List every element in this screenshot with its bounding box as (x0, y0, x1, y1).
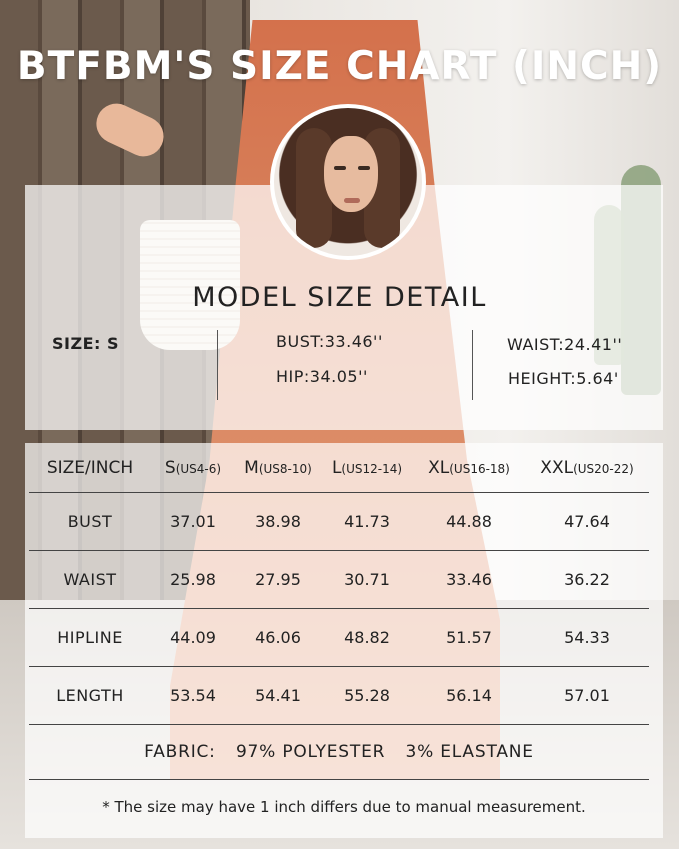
table-cell: 51.57 (446, 628, 492, 647)
model-size-value: SIZE: S (52, 334, 119, 353)
table-cell: 54.41 (255, 686, 301, 705)
row-label: LENGTH (56, 686, 124, 705)
table-cell: 53.54 (170, 686, 216, 705)
table-cell: 55.28 (344, 686, 390, 705)
size-table-header: SIZE/INCH S(US4-6) M(US8-10) L(US12-14) … (29, 443, 649, 493)
table-cell: 48.82 (344, 628, 390, 647)
model-bust: BUST:33.46'' (276, 332, 383, 351)
row-label: WAIST (63, 570, 117, 589)
table-cell: 41.73 (344, 512, 390, 531)
table-row-waist: WAIST 25.98 27.95 30.71 33.46 36.22 (29, 551, 649, 609)
table-cell: 36.22 (564, 570, 610, 589)
model-portrait-image (270, 104, 426, 260)
table-cell: 33.46 (446, 570, 492, 589)
table-cell: 44.88 (446, 512, 492, 531)
row-label: BUST (67, 512, 113, 531)
size-chart-title: BTFBM'S SIZE CHART (INCH) (16, 44, 663, 89)
size-header-m: M(US8-10) (244, 457, 312, 478)
table-cell: 38.98 (255, 512, 301, 531)
model-waist: WAIST:24.41'' (507, 335, 623, 354)
table-cell: 44.09 (170, 628, 216, 647)
model-height: HEIGHT:5.64' (508, 369, 619, 388)
model-size-heading: MODEL SIZE DETAIL (192, 282, 487, 313)
model-hip: HIP:34.05'' (276, 367, 368, 386)
table-cell: 46.06 (255, 628, 301, 647)
table-cell: 30.71 (344, 570, 390, 589)
corner-label: SIZE/INCH (46, 457, 134, 478)
model-divider-left (217, 330, 218, 400)
table-row-length: LENGTH 53.54 54.41 55.28 56.14 57.01 (29, 667, 649, 725)
table-cell: 27.95 (255, 570, 301, 589)
fabric-label: FABRIC: (144, 742, 216, 762)
size-header-xxl: XXL(US20-22) (540, 457, 634, 478)
size-header-xl: XL(US16-18) (428, 457, 510, 478)
table-row-bust: BUST 37.01 38.98 41.73 44.88 47.64 (29, 493, 649, 551)
fabric-polyester: 97% POLYESTER (235, 742, 386, 762)
table-cell: 47.64 (564, 512, 610, 531)
measurement-note: * The size may have 1 inch differs due t… (102, 798, 586, 816)
fabric-composition: FABRIC: 97% POLYESTER 3% ELASTANE (29, 725, 649, 780)
table-row-hipline: HIPLINE 44.09 46.06 48.82 51.57 54.33 (29, 609, 649, 667)
model-divider-right (472, 330, 473, 400)
table-cell: 54.33 (564, 628, 610, 647)
size-header-s: S(US4-6) (164, 457, 222, 478)
size-header-l: L(US12-14) (331, 457, 403, 478)
size-table: SIZE/INCH S(US4-6) M(US8-10) L(US12-14) … (29, 443, 649, 725)
table-cell: 56.14 (446, 686, 492, 705)
table-cell: 57.01 (564, 686, 610, 705)
row-label: HIPLINE (57, 628, 123, 647)
table-cell: 25.98 (170, 570, 216, 589)
fabric-elastane: 3% ELASTANE (405, 742, 534, 762)
table-cell: 37.01 (170, 512, 216, 531)
